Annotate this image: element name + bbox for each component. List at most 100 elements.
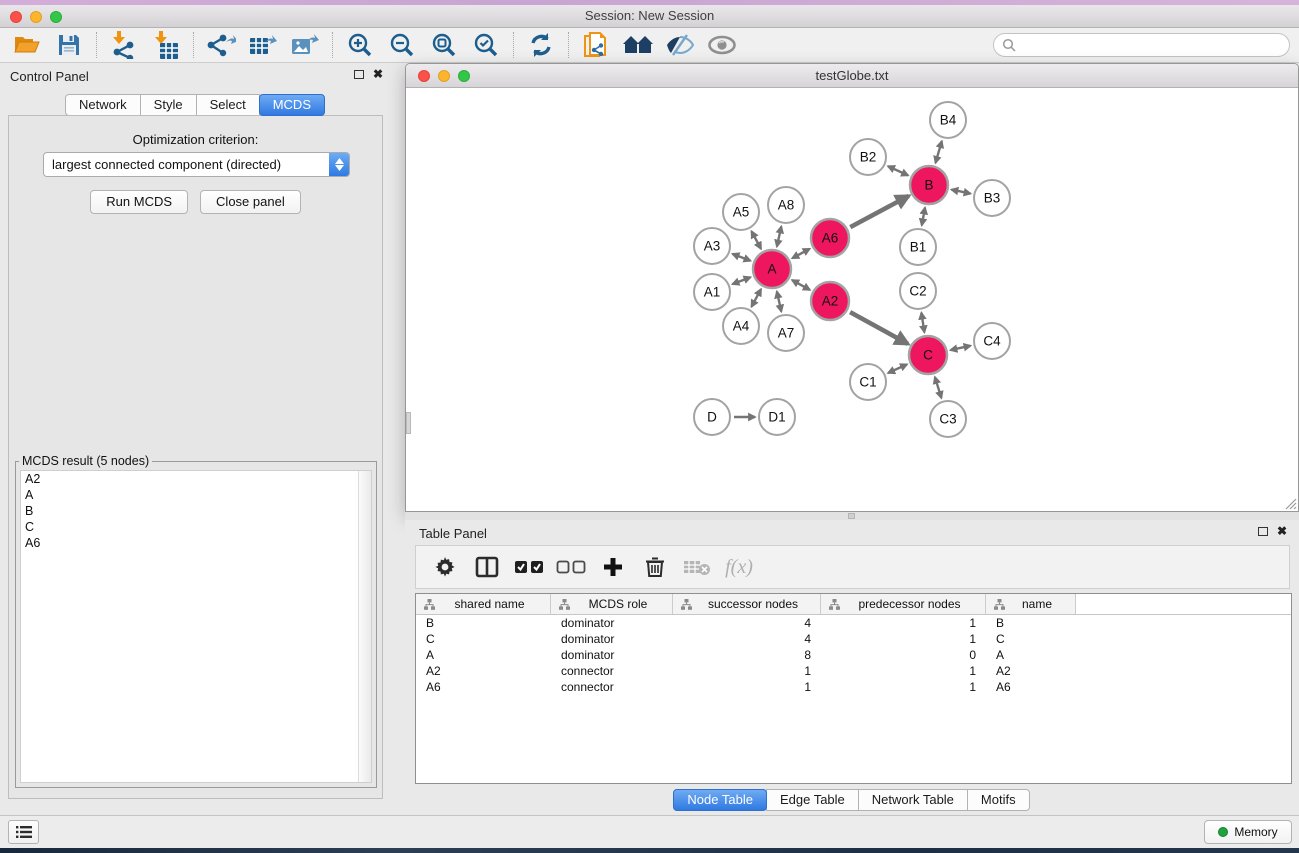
graph-edge-A-A7[interactable] bbox=[777, 292, 781, 312]
deselect-all-icon[interactable] bbox=[554, 550, 588, 584]
result-item-c[interactable]: C bbox=[21, 519, 371, 535]
tab-edge-table[interactable]: Edge Table bbox=[766, 789, 859, 811]
graph-node-C3[interactable]: C3 bbox=[930, 401, 966, 437]
tab-network-table[interactable]: Network Table bbox=[858, 789, 968, 811]
graph-edge-A6-B[interactable] bbox=[850, 196, 908, 227]
mcds-result-list[interactable]: A2ABCA6 bbox=[20, 470, 372, 783]
graph-edge-B-B3[interactable] bbox=[952, 190, 971, 194]
network-window-titlebar[interactable]: testGlobe.txt bbox=[406, 64, 1298, 88]
graph-node-D[interactable]: D bbox=[694, 399, 730, 435]
add-column-icon[interactable] bbox=[596, 550, 630, 584]
graph-node-C4[interactable]: C4 bbox=[974, 323, 1010, 359]
close-panel-icon[interactable]: ✖ bbox=[373, 69, 383, 79]
graph-edge-C-C1[interactable] bbox=[888, 364, 907, 373]
graph-node-A7[interactable]: A7 bbox=[768, 315, 804, 351]
tab-network[interactable]: Network bbox=[65, 94, 141, 116]
tab-select[interactable]: Select bbox=[196, 94, 260, 116]
toolbar-search-field[interactable] bbox=[993, 33, 1290, 57]
network-canvas[interactable]: B4B2BB3A8A5A6A3B1AA1C2A2A4A7C4CC1C3DD1 bbox=[406, 88, 1298, 511]
gear-icon[interactable] bbox=[428, 550, 462, 584]
refresh-icon[interactable] bbox=[520, 30, 562, 60]
export-image-icon[interactable] bbox=[284, 30, 326, 60]
panel-split-handle[interactable] bbox=[406, 412, 411, 434]
result-item-a2[interactable]: A2 bbox=[21, 471, 371, 487]
graph-node-C2[interactable]: C2 bbox=[900, 273, 936, 309]
graph-edge-A2-C[interactable] bbox=[850, 312, 908, 344]
export-network-icon[interactable] bbox=[200, 30, 242, 60]
graph-edge-C-C2[interactable] bbox=[921, 313, 924, 333]
divider-grab-handle[interactable] bbox=[848, 513, 855, 519]
graph-node-B3[interactable]: B3 bbox=[974, 180, 1010, 216]
graph-edge-C-C3[interactable] bbox=[935, 377, 942, 398]
graph-node-A3[interactable]: A3 bbox=[694, 228, 730, 264]
export-table-icon[interactable] bbox=[242, 30, 284, 60]
column-header-mcds-role[interactable]: MCDS role bbox=[551, 594, 673, 614]
save-session-icon[interactable] bbox=[48, 30, 90, 60]
import-network-icon[interactable] bbox=[103, 30, 145, 60]
table-row[interactable]: A2connector11A2 bbox=[416, 663, 1291, 679]
graph-node-D1[interactable]: D1 bbox=[759, 399, 795, 435]
node-table[interactable]: shared nameMCDS rolesuccessor nodesprede… bbox=[415, 593, 1292, 784]
columns-icon[interactable] bbox=[470, 550, 504, 584]
search-input[interactable] bbox=[1016, 36, 1289, 54]
hide-details-icon[interactable] bbox=[659, 30, 701, 60]
horizontal-divider[interactable] bbox=[405, 512, 1299, 520]
graph-node-A6[interactable]: A6 bbox=[811, 219, 849, 257]
float-panel-icon[interactable] bbox=[354, 70, 364, 79]
graph-edge-A-A2[interactable] bbox=[792, 280, 810, 290]
graph-node-C[interactable]: C bbox=[909, 336, 947, 374]
close-table-panel-icon[interactable]: ✖ bbox=[1277, 526, 1287, 536]
graph-node-A5[interactable]: A5 bbox=[723, 194, 759, 230]
show-details-icon[interactable] bbox=[701, 30, 743, 60]
memory-button[interactable]: Memory bbox=[1204, 820, 1292, 844]
column-header-successor-nodes[interactable]: successor nodes bbox=[673, 594, 821, 614]
graph-node-A1[interactable]: A1 bbox=[694, 274, 730, 310]
task-history-button[interactable] bbox=[8, 820, 39, 844]
graph-node-C1[interactable]: C1 bbox=[850, 364, 886, 400]
result-item-a[interactable]: A bbox=[21, 487, 371, 503]
column-header-shared-name[interactable]: shared name bbox=[416, 594, 551, 614]
duplicate-network-icon[interactable] bbox=[575, 30, 617, 60]
graph-edge-A-A8[interactable] bbox=[777, 227, 781, 247]
graph-edge-A-A5[interactable] bbox=[752, 231, 762, 249]
graph-node-B2[interactable]: B2 bbox=[850, 139, 886, 175]
result-list-scrollbar[interactable] bbox=[358, 471, 371, 782]
result-item-b[interactable]: B bbox=[21, 503, 371, 519]
graph-node-A8[interactable]: A8 bbox=[768, 187, 804, 223]
table-row[interactable]: A6connector11A6 bbox=[416, 679, 1291, 695]
column-header-name[interactable]: name bbox=[986, 594, 1076, 614]
tab-node-table[interactable]: Node Table bbox=[673, 789, 767, 811]
tab-style[interactable]: Style bbox=[140, 94, 197, 116]
graph-node-A2[interactable]: A2 bbox=[811, 282, 849, 320]
graph-edge-A-A1[interactable] bbox=[733, 277, 751, 284]
graph-edge-B-B4[interactable] bbox=[936, 141, 942, 163]
zoom-selected-icon[interactable] bbox=[465, 30, 507, 60]
graph-node-A4[interactable]: A4 bbox=[723, 308, 759, 344]
tab-motifs[interactable]: Motifs bbox=[967, 789, 1030, 811]
zoom-out-icon[interactable] bbox=[381, 30, 423, 60]
table-row[interactable]: Cdominator41C bbox=[416, 631, 1291, 647]
float-table-panel-icon[interactable] bbox=[1258, 527, 1268, 536]
import-table-icon[interactable] bbox=[145, 30, 187, 60]
optimization-criterion-select[interactable]: largest connected component (directed) bbox=[43, 152, 350, 177]
graph-node-B1[interactable]: B1 bbox=[900, 229, 936, 265]
column-header-predecessor-nodes[interactable]: predecessor nodes bbox=[821, 594, 986, 614]
graph-edge-B-B1[interactable] bbox=[922, 208, 925, 226]
window-resize-grip[interactable] bbox=[1284, 497, 1297, 510]
delete-icon[interactable] bbox=[638, 550, 672, 584]
graph-edge-A-A6[interactable] bbox=[792, 249, 809, 258]
close-panel-button[interactable]: Close panel bbox=[200, 190, 301, 214]
run-mcds-button[interactable]: Run MCDS bbox=[90, 190, 188, 214]
graph-edge-A-A4[interactable] bbox=[752, 289, 762, 307]
select-all-icon[interactable] bbox=[512, 550, 546, 584]
table-row[interactable]: Bdominator41B bbox=[416, 615, 1291, 631]
graph-edge-B-B2[interactable] bbox=[888, 166, 908, 175]
graph-node-A[interactable]: A bbox=[753, 250, 791, 288]
home-icon[interactable] bbox=[617, 30, 659, 60]
result-item-a6[interactable]: A6 bbox=[21, 535, 371, 551]
graph-edge-A-A3[interactable] bbox=[733, 254, 751, 261]
open-file-icon[interactable] bbox=[6, 30, 48, 60]
graph-edge-C-C4[interactable] bbox=[951, 346, 971, 350]
zoom-in-icon[interactable] bbox=[339, 30, 381, 60]
graph-node-B4[interactable]: B4 bbox=[930, 102, 966, 138]
